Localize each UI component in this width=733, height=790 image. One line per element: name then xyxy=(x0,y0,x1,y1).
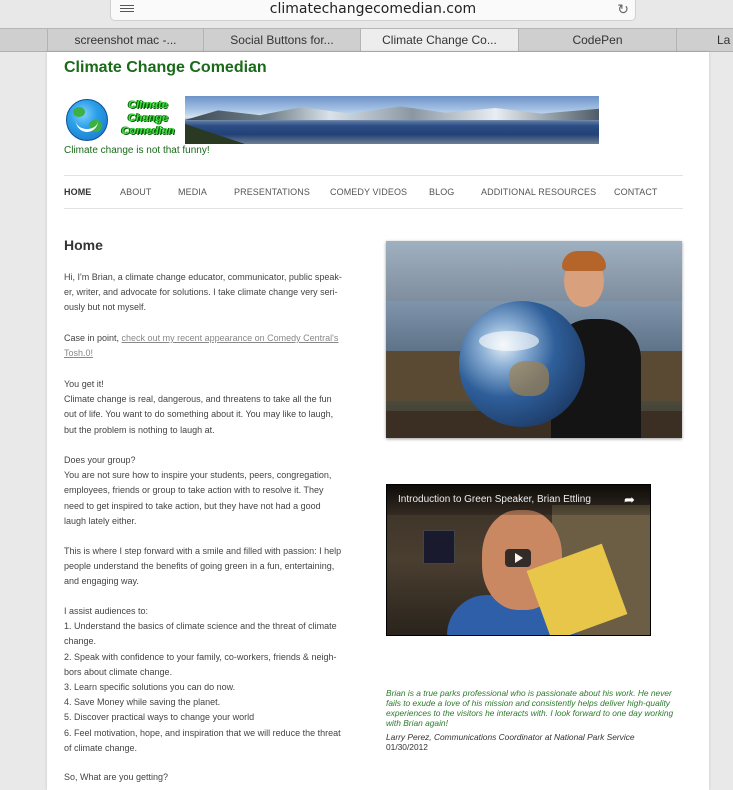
case-prefix: Case in point, xyxy=(64,333,122,343)
site-tagline: Climate change is not that funny! xyxy=(64,145,210,156)
address-bar[interactable]: climatechangecomedian.com ↻ xyxy=(110,0,636,21)
nav-presentations[interactable]: PRESENTATIONS xyxy=(234,176,310,208)
testimonial-date: 01/30/2012 xyxy=(386,742,428,752)
case-paragraph: Case in point, check out my recent appea… xyxy=(64,331,359,361)
main-nav: HOME ABOUT MEDIA PRESENTATIONS COMEDY VI… xyxy=(64,175,683,209)
site-title[interactable]: Climate Change Comedian xyxy=(64,59,267,77)
tab-la[interactable]: La xyxy=(676,29,733,51)
testimonial-attribution: Larry Perez, Communications Coordinator … xyxy=(386,732,635,742)
nav-blog[interactable]: BLOG xyxy=(429,176,454,208)
tab-codepen[interactable]: CodePen xyxy=(518,29,676,51)
banner-mountains xyxy=(185,106,599,120)
nav-comedy-videos[interactable]: COMEDY VIDEOS xyxy=(330,176,407,208)
nav-about[interactable]: ABOUT xyxy=(120,176,152,208)
nav-home[interactable]: HOME xyxy=(64,176,91,208)
intro-paragraph: Hi, I'm Brian, a climate change educator… xyxy=(64,272,342,313)
tab-climate-change-comedian[interactable]: Climate Change Co... xyxy=(360,29,518,51)
nav-additional-resources[interactable]: ADDITIONAL RESOURCES xyxy=(481,176,596,208)
page-heading: Home xyxy=(64,237,103,253)
assist-list: I assist audiences to: 1. Understand the… xyxy=(64,606,341,753)
nav-contact[interactable]: CONTACT xyxy=(614,176,658,208)
header-banner[interactable]: Climate Change Comedian xyxy=(63,96,599,144)
url-text[interactable]: climatechangecomedian.com xyxy=(111,1,635,17)
tab-social-buttons[interactable]: Social Buttons for... xyxy=(203,29,360,51)
closing-paragraph: So, What are you getting? xyxy=(64,772,169,782)
video-player[interactable]: Introduction to Green Speaker, Brian Ett… xyxy=(386,484,651,636)
step-forward-paragraph: This is where I step forward with a smil… xyxy=(64,546,342,587)
smiling-globe-icon xyxy=(66,99,108,141)
group-paragraph: Does your group? You are not sure how to… xyxy=(64,455,332,526)
tab-screenshot-mac[interactable]: screenshot mac -... xyxy=(47,29,203,51)
tab-bar: screenshot mac -... Social Buttons for..… xyxy=(0,28,733,52)
you-get-it-paragraph: You get it! Climate change is real, dang… xyxy=(64,379,334,435)
web-page: Climate Change Comedian Climate Change C… xyxy=(47,52,709,790)
nav-media[interactable]: MEDIA xyxy=(178,176,207,208)
reload-icon[interactable]: ↻ xyxy=(617,1,629,18)
banner-trees xyxy=(185,124,245,144)
site-logo[interactable]: Climate Change Comedian xyxy=(63,96,185,144)
video-title[interactable]: Introduction to Green Speaker, Brian Ett… xyxy=(387,485,650,515)
brian-holding-earth-photo xyxy=(386,241,682,438)
browser-toolbar: climatechangecomedian.com ↻ xyxy=(0,0,733,28)
logo-text: Climate Change Comedian xyxy=(121,99,175,137)
play-button[interactable] xyxy=(505,549,531,567)
testimonial-quote: Brian is a true parks professional who i… xyxy=(386,688,674,728)
share-icon[interactable]: ➦ xyxy=(624,492,638,507)
